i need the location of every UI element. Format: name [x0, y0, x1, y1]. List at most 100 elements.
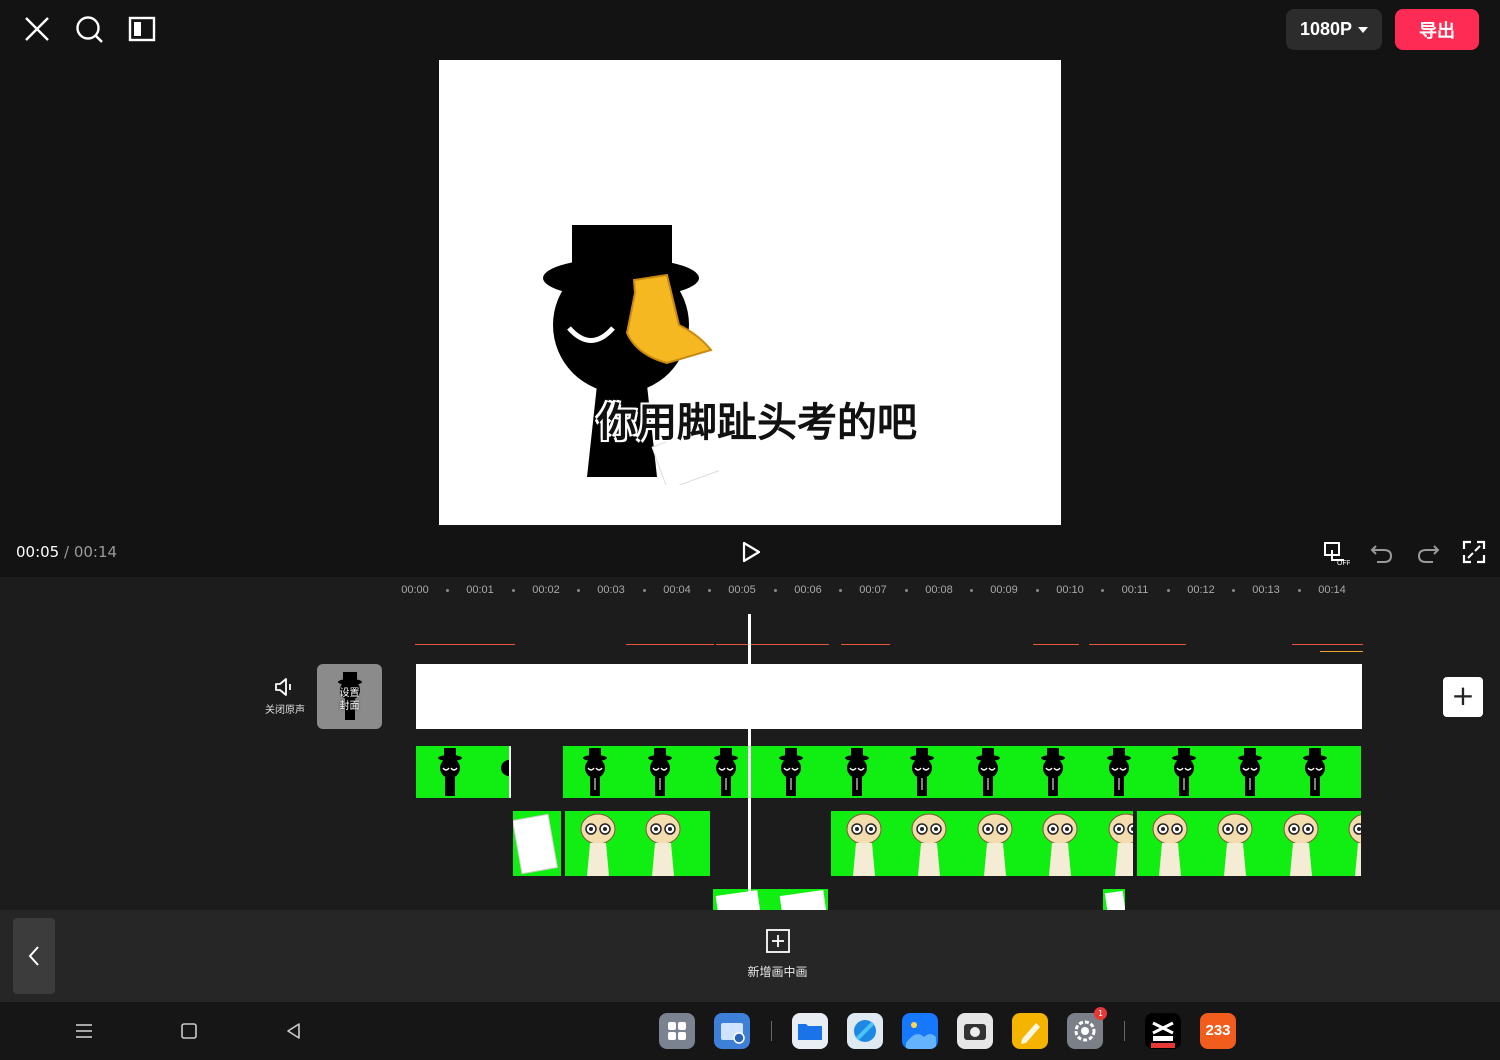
ruler-label: 00:09 — [990, 584, 1018, 596]
ruler-label: 00:12 — [1187, 584, 1215, 596]
clip-thumbnails — [1152, 813, 1361, 876]
add-pip-button[interactable]: 新增画中画 — [730, 928, 825, 980]
redo-icon[interactable] — [1414, 538, 1442, 566]
clip-thumbnails — [715, 890, 828, 910]
ruler-tick — [970, 589, 973, 592]
browser-icon[interactable] — [847, 1013, 883, 1049]
ruler-tick — [774, 589, 777, 592]
ruler-tick — [512, 589, 515, 592]
folder-icon[interactable] — [792, 1013, 828, 1049]
clip-thumbnails — [582, 747, 1328, 797]
ruler-label: 00:06 — [794, 584, 822, 596]
set-cover-button[interactable]: 设置 封面 — [317, 664, 382, 729]
clip-thumbnails — [580, 813, 681, 876]
segment-marker — [1089, 644, 1186, 645]
add-pip-label: 新增画中画 — [747, 965, 808, 979]
chevron-left-icon — [28, 946, 39, 966]
segment-marker — [1033, 644, 1079, 645]
segment-marker — [1320, 651, 1363, 652]
play-icon[interactable] — [737, 538, 765, 566]
pip-clip[interactable] — [831, 811, 1133, 876]
speaker-icon — [275, 678, 291, 696]
notification-badge: 1 — [1094, 1007, 1107, 1020]
ruler-label: 00:11 — [1121, 584, 1149, 596]
ruler-label: 00:01 — [466, 584, 494, 596]
main-video-track[interactable] — [416, 664, 1362, 729]
dock-separator — [1124, 1021, 1125, 1041]
search-icon[interactable] — [74, 14, 104, 44]
layout-icon[interactable] — [127, 14, 157, 44]
clip-thumbnails — [846, 813, 1133, 876]
ruler-tick — [905, 589, 908, 592]
menu-icon[interactable] — [73, 1020, 95, 1042]
ruler-tick — [839, 589, 842, 592]
notes-icon[interactable] — [1012, 1013, 1048, 1049]
clip-edge — [509, 746, 511, 798]
app-233-icon[interactable]: 233 — [1200, 1013, 1236, 1049]
svg-text:OFF: OFF — [1337, 560, 1350, 566]
ruler-label: 00:00 — [401, 584, 429, 596]
back-button[interactable] — [13, 918, 55, 994]
ruler-tick — [1101, 589, 1104, 592]
home-icon[interactable] — [178, 1020, 200, 1042]
app-drawer-icon[interactable] — [659, 1013, 695, 1049]
clip-thumbnail — [1104, 890, 1125, 910]
chevron-down-icon — [1358, 26, 1369, 33]
resolution-dropdown[interactable]: 1080P — [1286, 9, 1382, 50]
undo-icon[interactable] — [1368, 538, 1396, 566]
nav-back-icon[interactable] — [283, 1020, 305, 1042]
segment-marker — [1292, 644, 1363, 645]
segment-marker — [716, 644, 829, 645]
export-button[interactable]: 导出 — [1395, 9, 1479, 50]
ruler-label: 00:07 — [859, 584, 887, 596]
capcut-icon[interactable] — [1145, 1013, 1181, 1049]
segment-marker — [841, 644, 890, 645]
pip-clip[interactable] — [563, 746, 1361, 798]
mute-label: 关闭原声 — [265, 705, 305, 716]
subtitle-text[interactable]: 你用脚趾头考的吧 — [597, 390, 917, 448]
fullscreen-icon[interactable] — [1460, 538, 1488, 566]
clip-thumbnail — [501, 760, 509, 776]
camera-icon[interactable] — [957, 1013, 993, 1049]
pip-clip[interactable] — [713, 889, 828, 910]
gallery-icon[interactable] — [902, 1013, 938, 1049]
clip-thumbnail — [512, 813, 558, 875]
pip-clip[interactable] — [416, 746, 509, 798]
ruler-tick — [708, 589, 711, 592]
ruler-label: 00:14 — [1318, 584, 1346, 596]
ruler-label: 00:03 — [597, 584, 625, 596]
ruler-label: 00:08 — [925, 584, 953, 596]
ruler-tick — [1167, 589, 1170, 592]
ruler-tick — [643, 589, 646, 592]
pip-clip[interactable] — [512, 811, 561, 876]
video-preview[interactable]: 你用脚趾头考的吧 — [439, 60, 1061, 525]
segment-marker — [415, 644, 515, 645]
ruler-label: 00:04 — [663, 584, 691, 596]
close-icon[interactable] — [22, 14, 52, 44]
add-clip-button[interactable]: + — [1443, 677, 1483, 717]
ruler-label: 00:13 — [1252, 584, 1280, 596]
ruler-tick — [1036, 589, 1039, 592]
system-dock — [0, 1002, 1500, 1060]
pip-clip[interactable] — [1137, 811, 1361, 876]
ruler-tick — [577, 589, 580, 592]
playhead[interactable] — [748, 614, 751, 910]
pip-clip[interactable] — [565, 811, 710, 876]
ruler-label: 00:02 — [532, 584, 560, 596]
add-box-icon — [765, 929, 790, 953]
ruler-tick — [1232, 589, 1235, 592]
file-manager-icon[interactable] — [714, 1013, 750, 1049]
mute-original-button[interactable]: 关闭原声 — [260, 676, 310, 716]
clip-thumbnail — [438, 748, 462, 796]
segment-marker — [626, 644, 714, 645]
cover-label-line2: 封面 — [339, 701, 360, 712]
pip-clip[interactable] — [1103, 889, 1125, 910]
ruler-label: 00:05 — [728, 584, 756, 596]
current-time: 00:05 — [16, 543, 60, 561]
ruler-tick — [446, 589, 449, 592]
ruler-label: 00:10 — [1056, 584, 1084, 596]
timecode: 00:05 / 00:14 — [16, 543, 118, 561]
keyframe-off-icon[interactable]: OFF — [1322, 538, 1350, 566]
ruler-tick — [1298, 589, 1301, 592]
total-time: 00:14 — [73, 543, 118, 561]
